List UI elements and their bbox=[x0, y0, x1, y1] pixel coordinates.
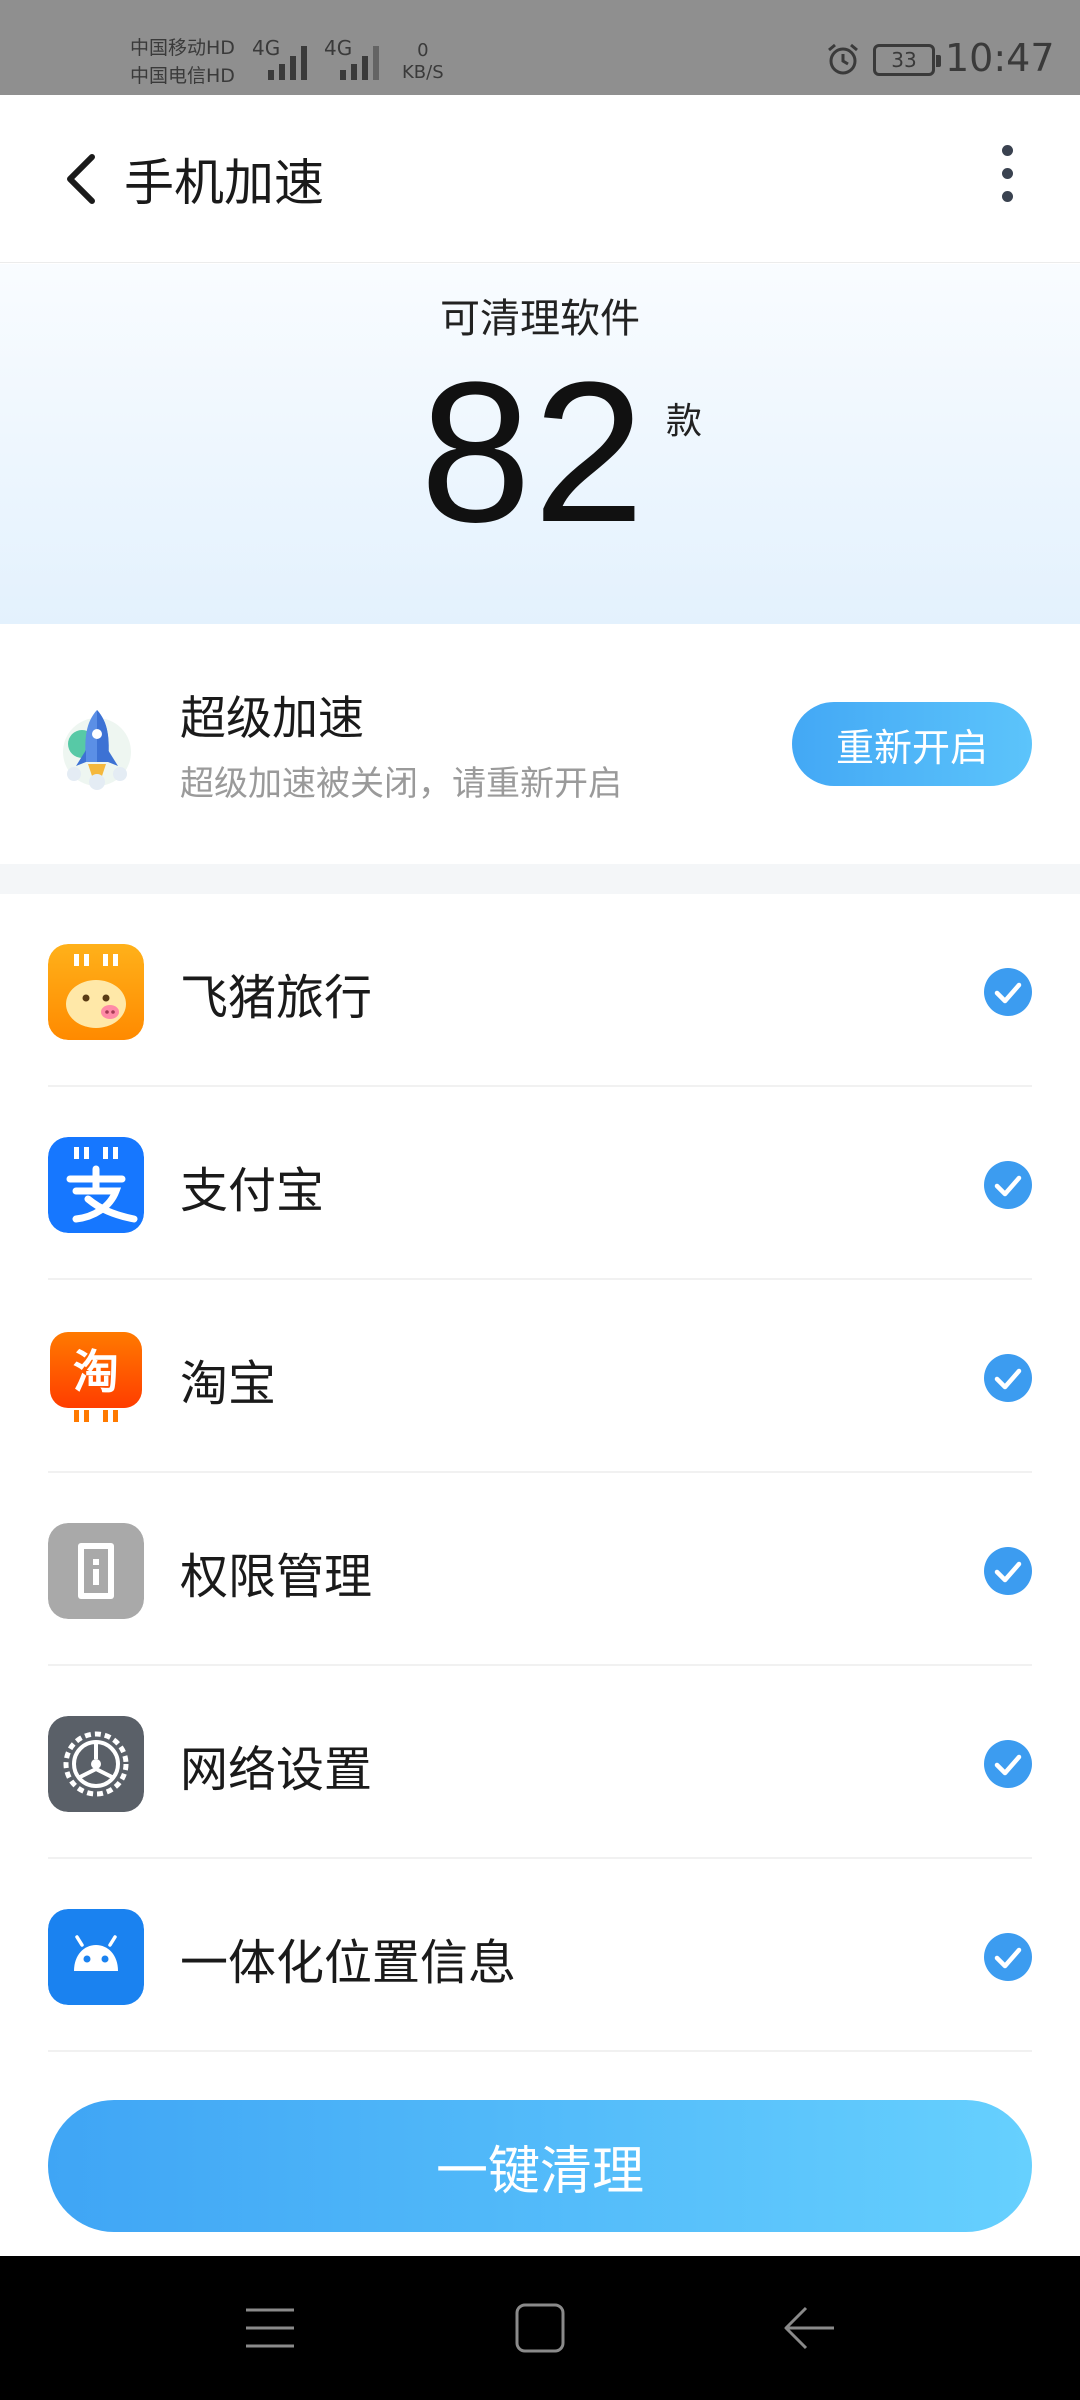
super-boost-card: 超级加速 超级加速被关闭，请重新开启 重新开启 bbox=[0, 624, 1080, 864]
battery-icon: 33 bbox=[873, 44, 941, 76]
app-list: 飞猪旅行 支付宝 淘 淘宝 权限管理 网络设置 一体化位置信息 bbox=[0, 894, 1080, 2052]
recent-apps-icon[interactable] bbox=[244, 2302, 296, 2354]
checked-icon[interactable] bbox=[984, 1740, 1032, 1788]
back-arrow-icon[interactable] bbox=[58, 149, 108, 209]
signal-2-icon: 4G bbox=[324, 36, 384, 80]
one-tap-clean-button[interactable]: 一键清理 bbox=[48, 2100, 1032, 2232]
list-item[interactable]: 淘 淘宝 bbox=[0, 1280, 1080, 1473]
list-item[interactable]: 一体化位置信息 bbox=[0, 1859, 1080, 2052]
taobao-icon: 淘 bbox=[48, 1330, 144, 1426]
app-bar: 手机加速 bbox=[0, 95, 1080, 263]
carrier-2: 中国电信HD bbox=[130, 65, 235, 87]
clock: 10:47 bbox=[945, 36, 1055, 80]
app-name: 一体化位置信息 bbox=[180, 1935, 517, 1991]
app-name: 支付宝 bbox=[180, 1163, 325, 1219]
checked-icon[interactable] bbox=[984, 1933, 1032, 1981]
battery-level: 33 bbox=[891, 48, 917, 72]
checked-icon[interactable] bbox=[984, 1354, 1032, 1402]
app-name: 淘宝 bbox=[180, 1356, 277, 1412]
system-navigation-bar bbox=[0, 2256, 1080, 2400]
list-item[interactable]: 权限管理 bbox=[0, 1473, 1080, 1666]
list-item[interactable]: 网络设置 bbox=[0, 1666, 1080, 1859]
fliggy-icon bbox=[48, 944, 144, 1040]
home-icon[interactable] bbox=[514, 2302, 566, 2354]
reopen-button[interactable]: 重新开启 bbox=[792, 702, 1032, 786]
summary-label: 可清理软件 bbox=[440, 296, 640, 342]
page-title: 手机加速 bbox=[124, 154, 324, 212]
rocket-icon bbox=[63, 710, 131, 790]
app-name: 权限管理 bbox=[180, 1549, 373, 1605]
speed-value: 0 bbox=[417, 40, 429, 61]
back-icon[interactable] bbox=[782, 2300, 838, 2356]
app-name: 飞猪旅行 bbox=[180, 970, 373, 1026]
app-count: 82 bbox=[420, 341, 647, 564]
checked-icon[interactable] bbox=[984, 1161, 1032, 1209]
clean-summary: 可清理软件 82 款 bbox=[0, 264, 1080, 624]
status-bar: 中国移动HD 中国电信HD 4G 4G 0 KB/S 33 10:47 bbox=[0, 0, 1080, 95]
android-icon bbox=[48, 1909, 144, 2005]
network-speed: 0 KB/S bbox=[402, 40, 444, 84]
alarm-icon bbox=[828, 43, 858, 75]
list-item[interactable]: 飞猪旅行 bbox=[0, 894, 1080, 1087]
svg-text:淘: 淘 bbox=[73, 1345, 119, 1399]
list-item[interactable]: 支付宝 bbox=[0, 1087, 1080, 1280]
permission-icon bbox=[48, 1523, 144, 1619]
phone-boost-screen: 中国移动HD 中国电信HD 4G 4G 0 KB/S 33 10:47 手机加速… bbox=[0, 0, 1080, 2400]
checked-icon[interactable] bbox=[984, 968, 1032, 1016]
super-boost-title: 超级加速 bbox=[180, 691, 364, 745]
settings-gear-icon bbox=[48, 1716, 144, 1812]
more-options-icon[interactable] bbox=[990, 145, 1024, 215]
count-unit: 款 bbox=[666, 401, 703, 442]
checked-icon[interactable] bbox=[984, 1547, 1032, 1595]
app-name: 网络设置 bbox=[180, 1742, 373, 1798]
section-divider bbox=[0, 864, 1080, 894]
alipay-icon bbox=[48, 1137, 144, 1233]
carrier-info: 中国移动HD 中国电信HD bbox=[130, 34, 235, 90]
carrier-1: 中国移动HD bbox=[130, 37, 235, 59]
super-boost-subtitle: 超级加速被关闭，请重新开启 bbox=[180, 764, 622, 804]
signal-1-icon: 4G bbox=[252, 36, 312, 80]
speed-unit: KB/S bbox=[402, 62, 444, 83]
